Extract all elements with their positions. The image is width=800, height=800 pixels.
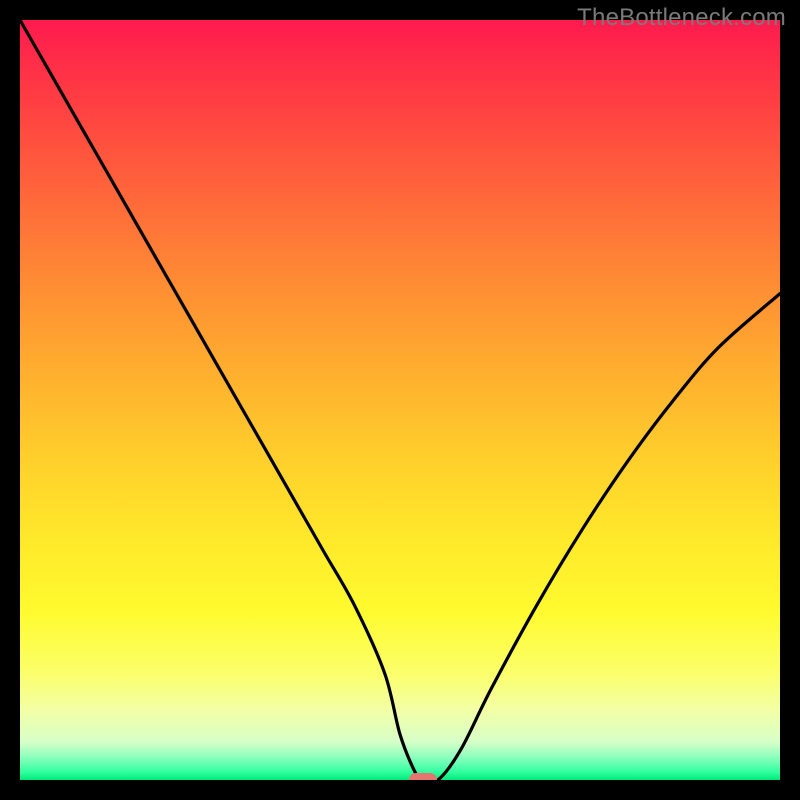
plot-area (20, 20, 780, 780)
bottleneck-curve (20, 20, 780, 780)
chart-frame: TheBottleneck.com (0, 0, 800, 800)
watermark-text: TheBottleneck.com (577, 4, 786, 32)
optimal-marker (409, 773, 437, 780)
